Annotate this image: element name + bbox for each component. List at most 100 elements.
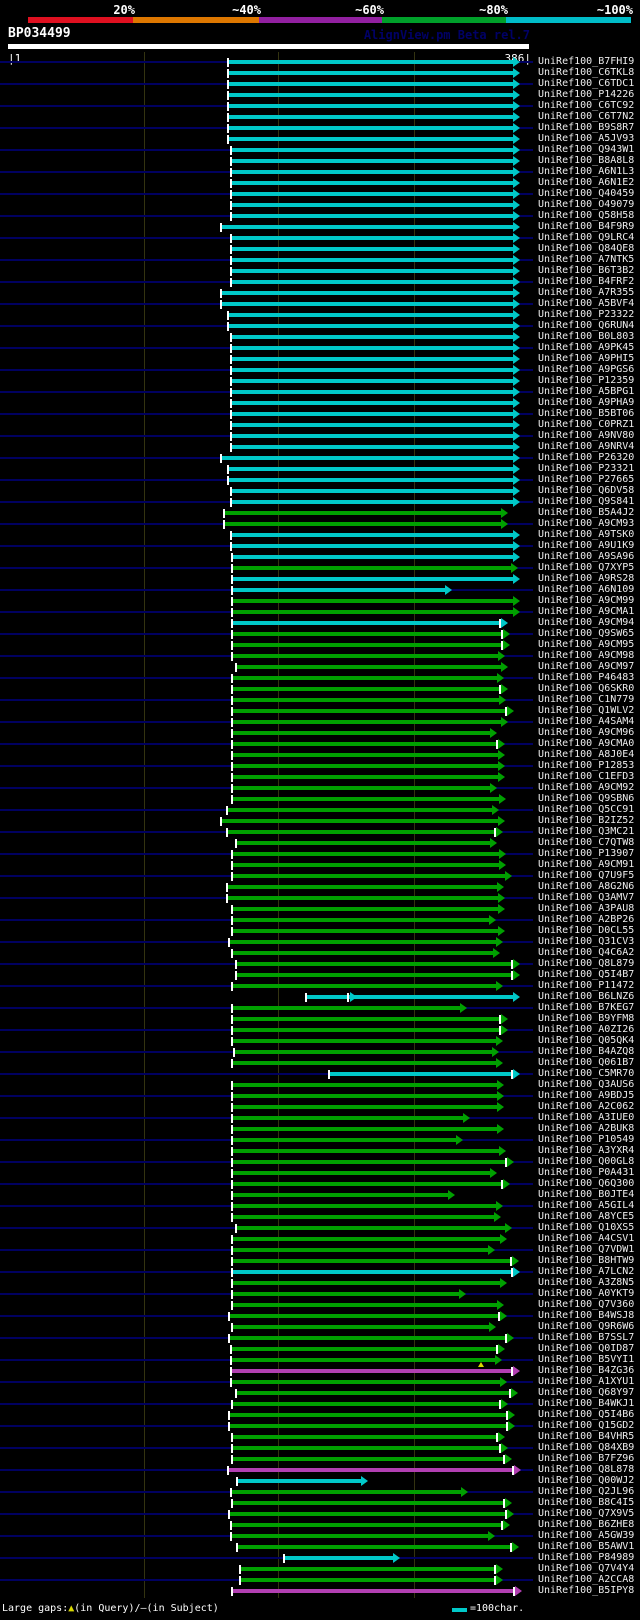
subject-label[interactable]: UniRef100_P84989 <box>538 1553 634 1563</box>
alignment-bar[interactable] <box>229 126 513 130</box>
alignment-bar[interactable] <box>233 1039 496 1043</box>
subject-label[interactable]: UniRef100_B6LNZ6 <box>538 992 634 1002</box>
alignment-bar[interactable] <box>229 104 513 108</box>
alignment-bar[interactable] <box>233 1061 496 1065</box>
subject-label[interactable]: UniRef100_A6N1L3 <box>538 167 634 177</box>
alignment-bar[interactable] <box>232 258 513 262</box>
alignment-bar[interactable] <box>233 731 490 735</box>
subject-label[interactable]: UniRef100_A9SA96 <box>538 552 634 562</box>
subject-label[interactable]: UniRef100_B5BT06 <box>538 409 634 419</box>
alignment-bar[interactable] <box>237 1391 511 1395</box>
alignment-bar[interactable] <box>237 841 490 845</box>
alignment-bar[interactable] <box>232 203 513 207</box>
subject-label[interactable]: UniRef100_Q6RUN4 <box>538 321 634 331</box>
subject-label[interactable]: UniRef100_Q05QK4 <box>538 1036 634 1046</box>
alignment-bar[interactable] <box>233 1435 498 1439</box>
alignment-bar[interactable] <box>229 82 513 86</box>
alignment-bar[interactable] <box>232 269 513 273</box>
alignment-bar[interactable] <box>233 1457 505 1461</box>
subject-label[interactable]: UniRef100_B4AZQ8 <box>538 1047 634 1057</box>
alignment-bar[interactable] <box>233 1446 501 1450</box>
subject-label[interactable]: UniRef100_Q15GD2 <box>538 1421 634 1431</box>
subject-label[interactable]: UniRef100_A9CMA1 <box>538 607 634 617</box>
alignment-bar[interactable] <box>233 1149 499 1153</box>
alignment-bar[interactable] <box>230 1512 507 1516</box>
alignment-bar[interactable] <box>222 291 513 295</box>
subject-label[interactable]: UniRef100_Q00WJ2 <box>538 1476 634 1486</box>
alignment-bar[interactable] <box>232 236 513 240</box>
subject-label[interactable]: UniRef100_Q6Q300 <box>538 1179 634 1189</box>
alignment-bar[interactable] <box>233 797 499 801</box>
subject-label[interactable]: UniRef100_C0PRZ1 <box>538 420 634 430</box>
alignment-bar[interactable] <box>230 1424 508 1428</box>
subject-label[interactable]: UniRef100_P23321 <box>538 464 634 474</box>
subject-label[interactable]: UniRef100_P46483 <box>538 673 634 683</box>
alignment-bar[interactable] <box>232 247 513 251</box>
subject-label[interactable]: UniRef100_B6ZHE8 <box>538 1520 634 1530</box>
subject-label[interactable]: UniRef100_Q7XYP5 <box>538 563 634 573</box>
alignment-bar[interactable] <box>233 786 490 790</box>
alignment-bar[interactable] <box>232 533 513 537</box>
subject-label[interactable]: UniRef100_Q7V360 <box>538 1300 634 1310</box>
subject-label[interactable]: UniRef100_B5A4J2 <box>538 508 634 518</box>
alignment-bar[interactable] <box>233 929 498 933</box>
subject-label[interactable]: UniRef100_B5IPY8 <box>538 1586 634 1596</box>
alignment-bar[interactable] <box>233 1138 456 1142</box>
subject-label[interactable]: UniRef100_Q9SBN6 <box>538 794 634 804</box>
alignment-bar[interactable] <box>233 951 493 955</box>
alignment-bar[interactable] <box>233 1105 497 1109</box>
subject-label[interactable]: UniRef100_B9S8R7 <box>538 123 634 133</box>
alignment-bar[interactable] <box>232 401 513 405</box>
alignment-bar[interactable] <box>233 1017 501 1021</box>
alignment-bar[interactable] <box>232 181 513 185</box>
subject-label[interactable]: UniRef100_B7FHI9 <box>538 57 634 67</box>
subject-label[interactable]: UniRef100_A3IUE0 <box>538 1113 634 1123</box>
alignment-bar[interactable] <box>232 159 513 163</box>
subject-label[interactable]: UniRef100_A6N109 <box>538 585 634 595</box>
alignment-bar[interactable] <box>233 1204 496 1208</box>
subject-label[interactable]: UniRef100_A9CM99 <box>538 596 634 606</box>
subject-label[interactable]: UniRef100_C5MR70 <box>538 1069 634 1079</box>
subject-label[interactable]: UniRef100_Q5I4B7 <box>538 970 634 980</box>
subject-label[interactable]: UniRef100_P12853 <box>538 761 634 771</box>
subject-label[interactable]: UniRef100_Q9S841 <box>538 497 634 507</box>
subject-label[interactable]: UniRef100_A0YKT9 <box>538 1289 634 1299</box>
subject-label[interactable]: UniRef100_Q3AUS6 <box>538 1080 634 1090</box>
subject-label[interactable]: UniRef100_A8J0E4 <box>538 750 634 760</box>
subject-label[interactable]: UniRef100_A2BUK8 <box>538 1124 634 1134</box>
subject-label[interactable]: UniRef100_B5VYI1 <box>538 1355 634 1365</box>
subject-label[interactable]: UniRef100_B7KEG7 <box>538 1003 634 1013</box>
alignment-bar[interactable] <box>232 1358 495 1362</box>
subject-label[interactable]: UniRef100_B4WKJ1 <box>538 1399 634 1409</box>
alignment-bar[interactable] <box>233 599 513 603</box>
alignment-bar[interactable] <box>232 214 513 218</box>
subject-label[interactable]: UniRef100_P26320 <box>538 453 634 463</box>
subject-label[interactable]: UniRef100_B0JTE4 <box>538 1190 634 1200</box>
subject-label[interactable]: UniRef100_A9PHI5 <box>538 354 634 364</box>
subject-label[interactable]: UniRef100_A9PK45 <box>538 343 634 353</box>
subject-label[interactable]: UniRef100_P0A431 <box>538 1168 634 1178</box>
subject-label[interactable]: UniRef100_B4VHR5 <box>538 1432 634 1442</box>
subject-label[interactable]: UniRef100_A9PHA9 <box>538 398 634 408</box>
subject-label[interactable]: UniRef100_A8G2N6 <box>538 882 634 892</box>
subject-label[interactable]: UniRef100_A3YXR4 <box>538 1146 634 1156</box>
subject-label[interactable]: UniRef100_Q8L879 <box>538 959 634 969</box>
subject-label[interactable]: UniRef100_Q7V4Y4 <box>538 1564 634 1574</box>
subject-label[interactable]: UniRef100_Q00GL8 <box>538 1157 634 1167</box>
alignment-bar[interactable] <box>232 544 513 548</box>
alignment-bar[interactable] <box>233 918 489 922</box>
alignment-bar[interactable] <box>233 1281 500 1285</box>
alignment-bar[interactable] <box>233 1248 488 1252</box>
alignment-bar[interactable] <box>233 643 503 647</box>
subject-label[interactable]: UniRef100_C6TC92 <box>538 101 634 111</box>
alignment-bar[interactable] <box>233 654 498 658</box>
subject-label[interactable]: UniRef100_B9YFM8 <box>538 1014 634 1024</box>
subject-label[interactable]: UniRef100_A9CM97 <box>538 662 634 672</box>
alignment-bar[interactable] <box>232 335 513 339</box>
alignment-bar[interactable] <box>229 137 513 141</box>
alignment-bar[interactable] <box>232 1490 461 1494</box>
alignment-bar[interactable] <box>233 1292 459 1296</box>
subject-label[interactable]: UniRef100_Q3AMV7 <box>538 893 634 903</box>
alignment-bar[interactable] <box>232 489 513 493</box>
alignment-bar[interactable] <box>233 676 497 680</box>
